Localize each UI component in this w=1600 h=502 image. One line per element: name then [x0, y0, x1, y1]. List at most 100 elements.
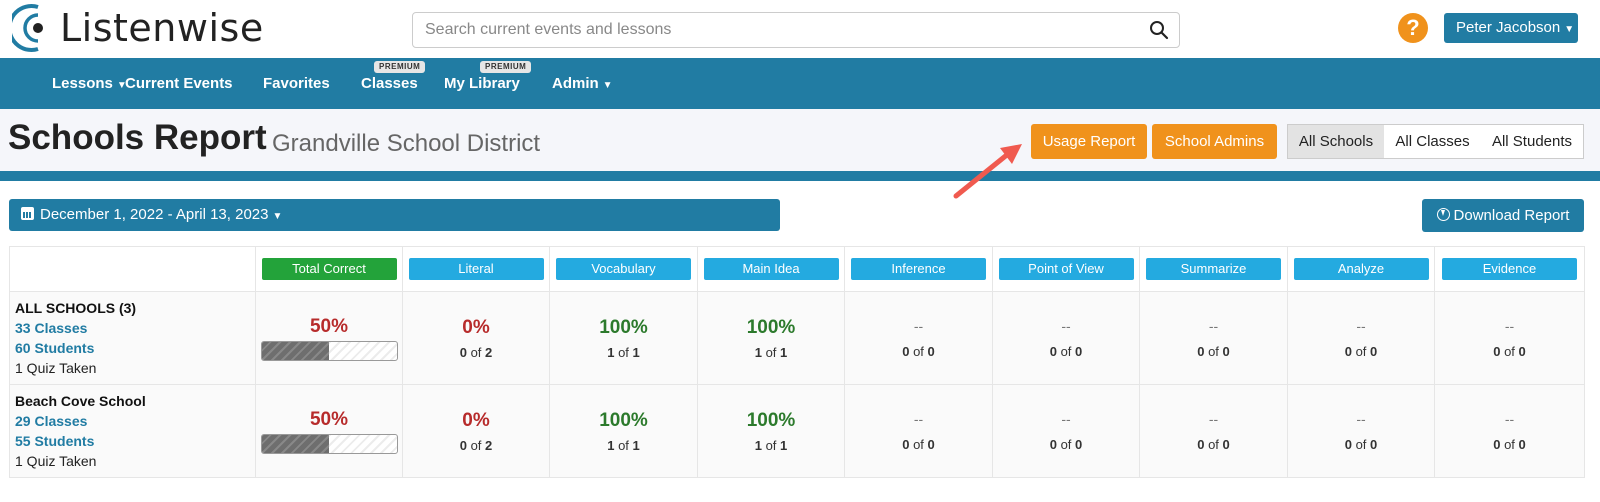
total-count: 1 [632, 437, 640, 453]
date-range-button[interactable]: December 1, 2022 - April 13, 2023 ▼ [9, 199, 780, 231]
nav-classes[interactable]: Classes [361, 58, 418, 109]
search-box[interactable] [412, 12, 1180, 48]
total-count: 0 [1222, 343, 1230, 359]
school-name: Beach Cove School [15, 393, 146, 409]
evidence-cell: -- 0 of 0 [1434, 291, 1585, 385]
point-of-view-cell: -- 0 of 0 [992, 291, 1140, 385]
summarize-cell: -- 0 of 0 [1139, 291, 1288, 385]
correct-count: 0 [459, 437, 467, 453]
point-of-view-cell: -- 0 of 0 [992, 384, 1140, 478]
listenwise-logo[interactable]: Listenwise [12, 2, 264, 54]
correct-count: 0 [459, 344, 467, 360]
correct-count: 0 [1197, 436, 1205, 452]
header-pill: Summarize [1146, 258, 1281, 280]
of-label: of [618, 344, 629, 360]
progress-fill [261, 434, 329, 453]
search-input[interactable] [413, 13, 1113, 47]
nav-favorites[interactable]: Favorites [263, 58, 330, 109]
quizzes-taken: 1 Quiz Taken [15, 360, 97, 376]
of-label: of [765, 437, 777, 453]
total-count: 1 [780, 344, 788, 360]
summarize-cell: -- 0 of 0 [1139, 384, 1288, 478]
all-classes-toggle[interactable]: All Classes [1384, 124, 1482, 159]
correct-count: 0 [1344, 343, 1352, 359]
classes-link[interactable]: 33 Classes [15, 318, 255, 338]
category-count: 0 of 2 [403, 345, 549, 360]
correct-count: 0 [902, 436, 910, 452]
header-total-correct: Total Correct [255, 246, 403, 292]
header-pill: Total Correct [261, 258, 397, 280]
total-correct-cell: 50% [255, 291, 403, 385]
page-subtitle: Grandville School District [272, 130, 541, 157]
schools-report-table: Total Correct Literal Vocabulary Main Id… [9, 246, 1585, 478]
header-vocabulary: Vocabulary [549, 246, 698, 292]
title-divider [0, 171, 1600, 181]
of-label: of [470, 344, 482, 360]
main-idea-cell: 100% 1 of 1 [697, 384, 845, 478]
total-progress-bar [260, 340, 398, 361]
calendar-icon [21, 207, 34, 220]
total-count: 1 [632, 344, 640, 360]
download-report-button[interactable]: Download Report [1422, 199, 1584, 232]
category-count: 0 of 0 [1140, 344, 1287, 359]
analyze-cell: -- 0 of 0 [1287, 384, 1435, 478]
correct-count: 0 [1493, 436, 1501, 452]
category-percent: 0% [462, 316, 490, 338]
category-percent: -- [1061, 410, 1071, 427]
category-count: 0 of 0 [845, 437, 992, 452]
page-title: Schools Report [8, 118, 267, 157]
top-header: Listenwise ? Peter Jacobson▼ [0, 0, 1600, 58]
header-point-of-view: Point of View [992, 246, 1140, 292]
classes-link[interactable]: 29 Classes [15, 411, 255, 431]
correct-count: 1 [754, 344, 762, 360]
help-icon[interactable]: ? [1398, 13, 1428, 43]
category-percent: 0% [462, 409, 490, 431]
nav-my-library[interactable]: My Library [444, 58, 520, 109]
all-schools-toggle[interactable]: All Schools [1287, 124, 1385, 159]
header-pill: Point of View [998, 258, 1134, 280]
total-count: 0 [1370, 343, 1378, 359]
school-cell: Beach Cove School 29 Classes 55 Students 1 … [9, 384, 256, 478]
usage-report-button[interactable]: Usage Report [1031, 124, 1147, 159]
header-main-idea: Main Idea [697, 246, 845, 292]
of-label: of [470, 437, 482, 453]
literal-cell: 0% 0 of 2 [402, 291, 550, 385]
logo-text: Listenwise [60, 6, 264, 50]
nav-admin[interactable]: Admin ▼ [552, 58, 613, 109]
category-percent: -- [1208, 410, 1219, 427]
chevron-down-icon: ▼ [272, 211, 283, 222]
school-admins-button[interactable]: School Admins [1152, 124, 1277, 159]
correct-count: 0 [1344, 436, 1352, 452]
header-evidence: Evidence [1434, 246, 1585, 292]
annotation-arrow-icon [953, 144, 1022, 199]
search-icon[interactable] [1149, 20, 1169, 40]
header-blank [9, 246, 256, 292]
correct-count: 0 [1049, 343, 1057, 359]
category-percent: -- [913, 410, 924, 427]
category-percent: -- [1061, 317, 1071, 334]
user-menu-button[interactable]: Peter Jacobson ▼ [1444, 13, 1578, 43]
vocabulary-cell: 100% 1 of 1 [549, 384, 698, 478]
students-link[interactable]: 55 Students [15, 431, 255, 451]
category-percent: -- [1356, 317, 1366, 334]
nav-current-events[interactable]: Current Events [125, 58, 233, 109]
school-name: ALL SCHOOLS (3) [15, 300, 137, 316]
category-count: 0 of 0 [1435, 344, 1584, 359]
of-label: of [1208, 436, 1219, 452]
all-students-toggle[interactable]: All Students [1481, 124, 1584, 159]
header-pill: Analyze [1293, 258, 1429, 280]
category-percent: 100% [599, 409, 648, 431]
nav-lessons[interactable]: Lessons ▼ [52, 58, 127, 109]
category-count: 1 of 1 [698, 345, 844, 360]
header-pill: Evidence [1442, 258, 1577, 280]
header-pill: Inference [851, 258, 986, 280]
total-percent: 50% [309, 408, 349, 430]
students-link[interactable]: 60 Students [15, 338, 255, 358]
chevron-down-icon: ▼ [602, 80, 613, 91]
total-count: 1 [780, 437, 788, 453]
user-name: Peter Jacobson [1456, 19, 1561, 36]
correct-count: 1 [607, 344, 615, 360]
of-label: of [1208, 343, 1219, 359]
download-report-label: Download Report [1453, 207, 1570, 224]
of-label: of [913, 343, 924, 359]
